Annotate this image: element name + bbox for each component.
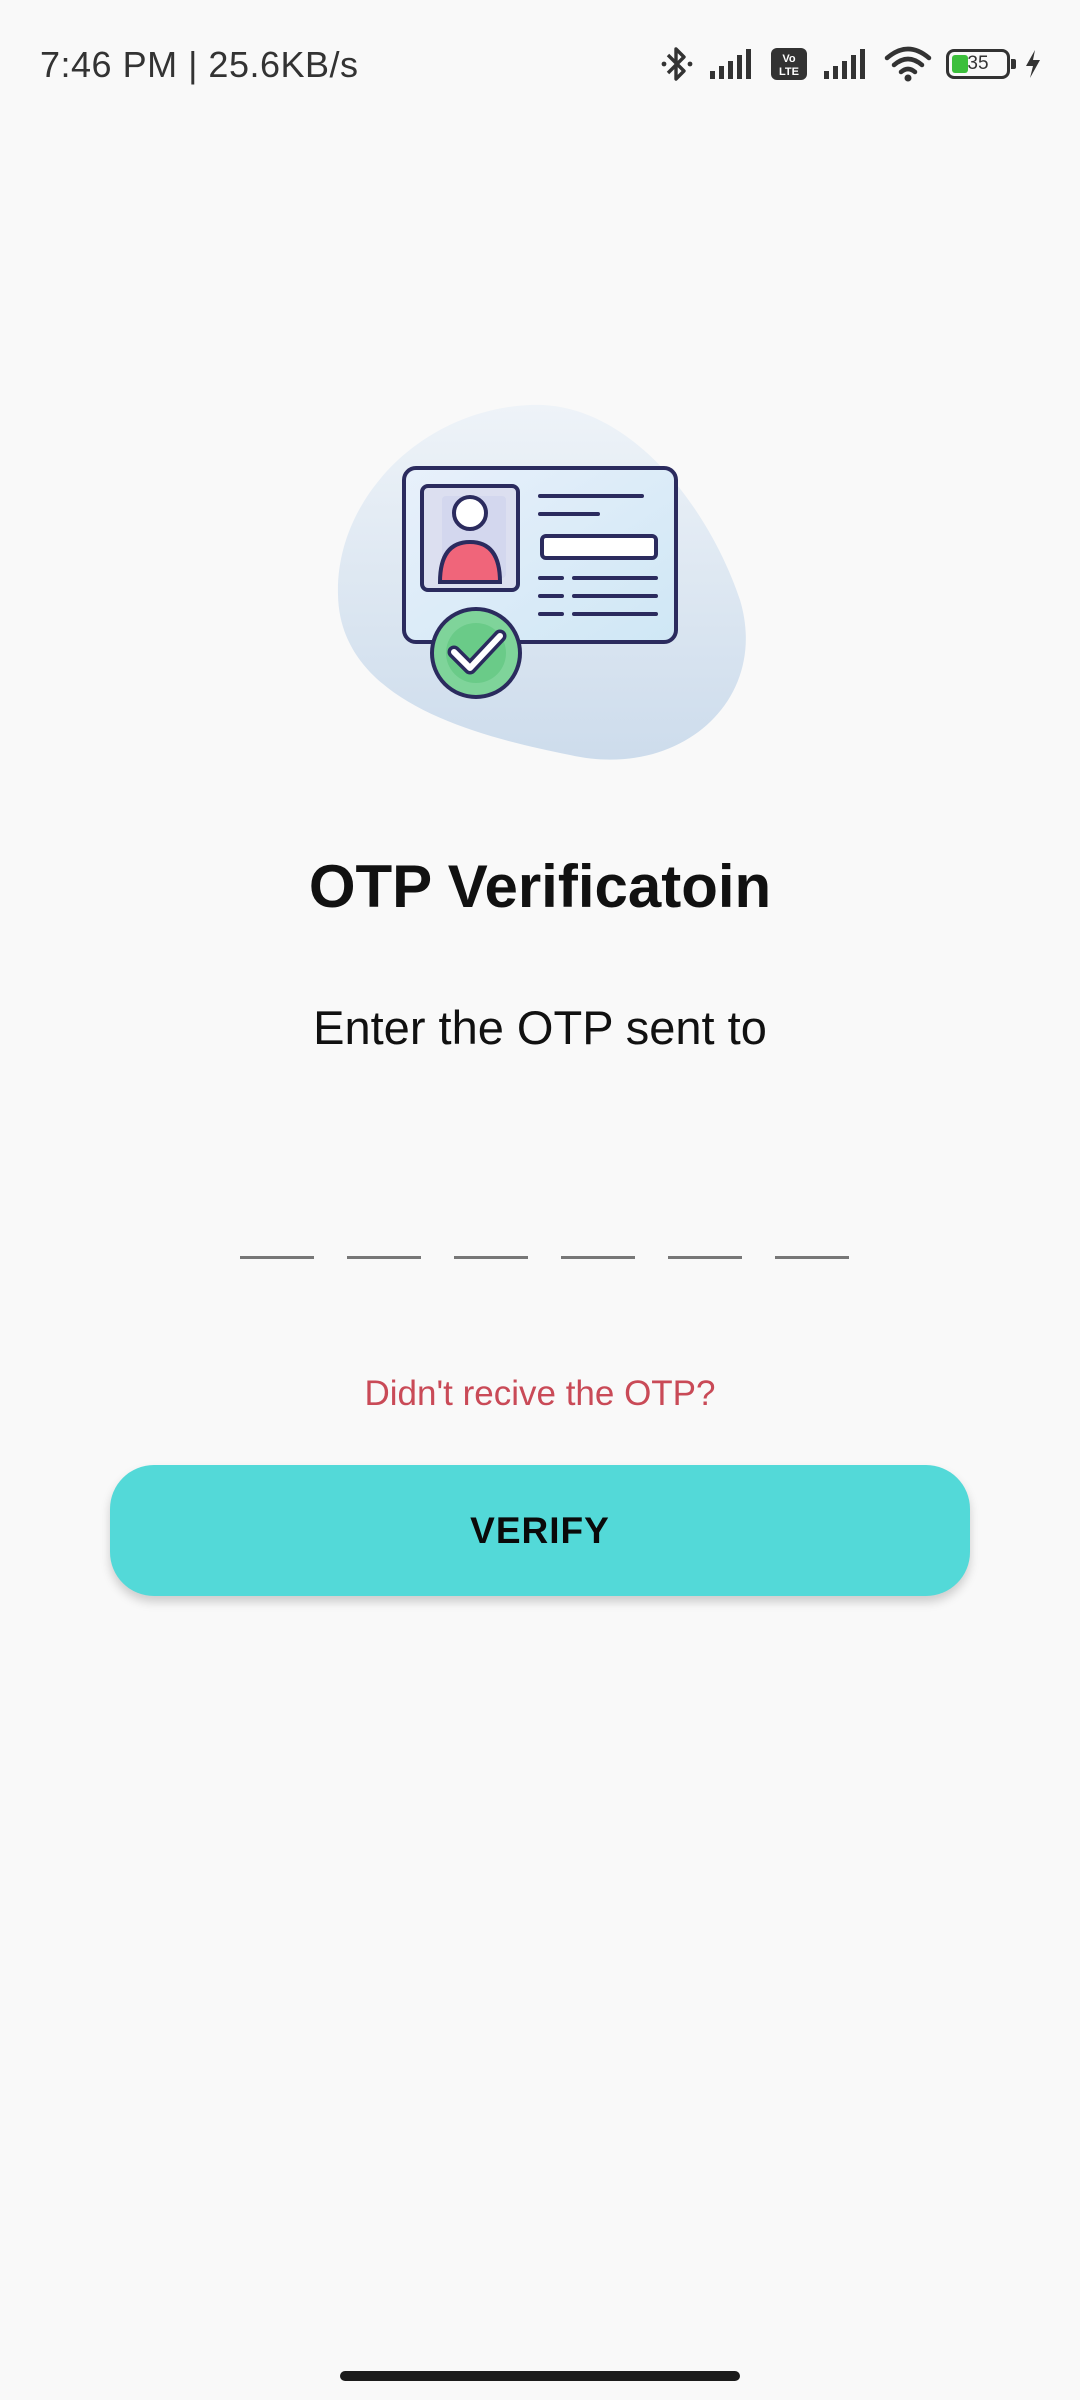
- otp-digit-1[interactable]: [240, 1200, 314, 1259]
- svg-text:Vo: Vo: [782, 53, 796, 65]
- battery-icon: 35: [946, 49, 1016, 79]
- bluetooth-icon: [660, 44, 694, 84]
- status-icons: Vo LTE 35: [660, 40, 1042, 88]
- otp-digit-5[interactable]: [668, 1200, 742, 1259]
- id-card-verified-icon: [330, 400, 750, 770]
- battery-level: 35: [967, 53, 989, 74]
- otp-input-group: [240, 1200, 849, 1259]
- page-title: OTP Verificatoin: [308, 853, 772, 920]
- resend-otp-link[interactable]: Didn't recive the OTP?: [0, 1374, 1080, 1414]
- battery-tip: [1011, 59, 1016, 69]
- signal-icon: [822, 47, 870, 81]
- home-indicator[interactable]: [340, 2371, 740, 2381]
- svg-text:LTE: LTE: [779, 66, 799, 78]
- status-bar: 7:46 PM | 25.6KB/s Vo LTE 35: [0, 0, 1080, 130]
- otp-digit-4[interactable]: [561, 1200, 635, 1259]
- otp-digit-2[interactable]: [347, 1200, 421, 1259]
- charging-icon: [1024, 48, 1042, 80]
- volte-icon: Vo LTE: [770, 47, 808, 81]
- status-time: 7:46 PM | 25.6KB/s: [40, 44, 359, 85]
- otp-instruction: Enter the OTP sent to: [313, 1001, 767, 1054]
- otp-digit-3[interactable]: [454, 1200, 528, 1259]
- otp-digit-6[interactable]: [775, 1200, 849, 1259]
- signal-icon: [708, 47, 756, 81]
- verify-button[interactable]: VERIFY: [110, 1465, 970, 1596]
- wifi-icon: [884, 46, 932, 82]
